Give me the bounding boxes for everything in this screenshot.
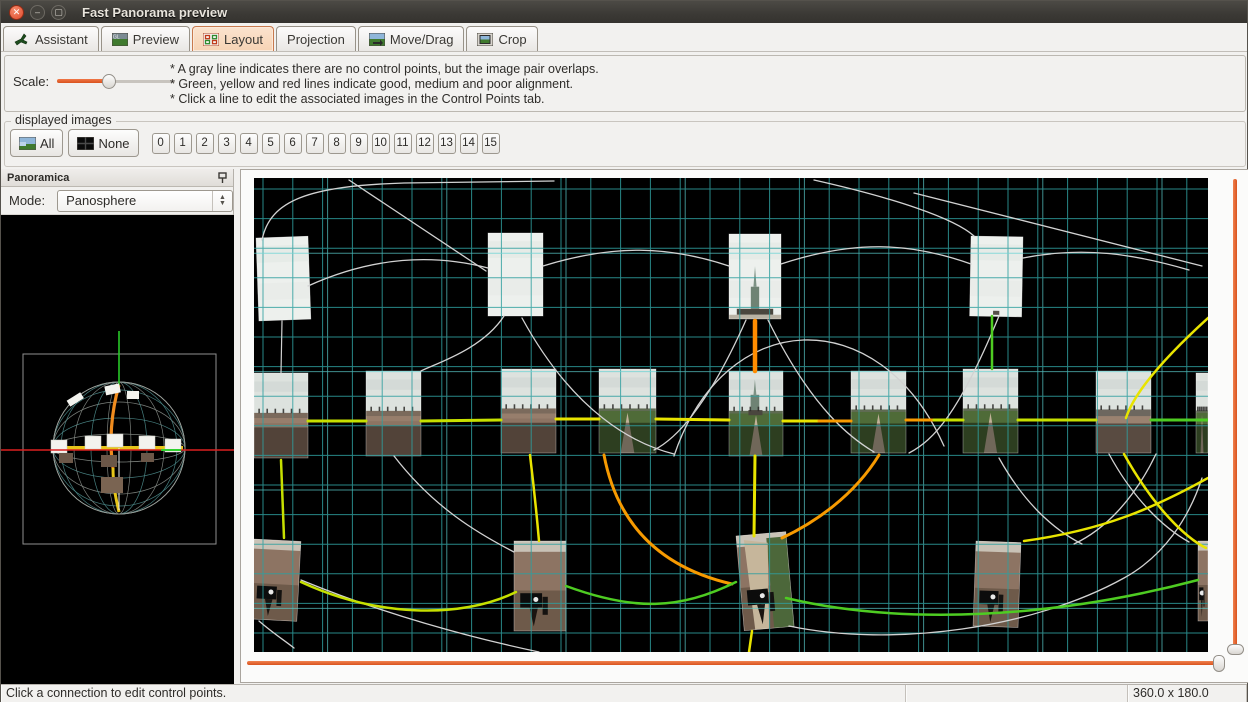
pano-image-thumb[interactable] — [254, 373, 308, 458]
pano-image-thumb[interactable] — [963, 369, 1018, 453]
info-line: * Click a line to edit the associated im… — [170, 92, 599, 107]
vertical-slider-track — [1233, 179, 1237, 651]
none-icon — [77, 137, 94, 150]
tab-preview[interactable]: GL Preview — [101, 26, 190, 51]
tab-label: Assistant — [35, 32, 88, 47]
image-toggle-7[interactable]: 7 — [306, 133, 324, 154]
tab-move-drag[interactable]: Move/Drag — [358, 26, 465, 51]
tab-label: Move/Drag — [390, 32, 454, 47]
image-toggle-10[interactable]: 10 — [372, 133, 390, 154]
all-button[interactable]: All — [10, 129, 63, 157]
panoramica-header: Panoramica — [1, 169, 233, 187]
tab-label: Crop — [498, 32, 526, 47]
none-button[interactable]: None — [68, 129, 138, 157]
vertical-pan-slider[interactable] — [1226, 179, 1244, 651]
panorama-layout-svg — [254, 178, 1208, 652]
horizontal-slider-track — [247, 661, 1215, 665]
assistant-icon — [14, 33, 30, 46]
window-title: Fast Panorama preview — [82, 5, 227, 20]
mode-label: Mode: — [9, 193, 45, 208]
mode-combobox[interactable]: Panosphere ▲▼ — [57, 190, 233, 212]
tab-crop[interactable]: Crop — [466, 26, 537, 51]
image-toggle-8[interactable]: 8 — [328, 133, 346, 154]
image-toggle-5[interactable]: 5 — [262, 133, 280, 154]
all-icon — [19, 137, 36, 150]
mode-row: Mode: Panosphere ▲▼ — [1, 187, 233, 215]
pano-image-thumb[interactable] — [514, 541, 566, 631]
status-empty-cell — [906, 685, 1128, 702]
svg-text:GL: GL — [113, 34, 120, 40]
panoramica-title: Panoramica — [7, 172, 69, 184]
pin-icon[interactable] — [218, 172, 227, 184]
pano-image-thumb[interactable] — [256, 236, 311, 321]
image-toggle-row: 0123456789101112131415 — [152, 133, 500, 154]
image-toggle-14[interactable]: 14 — [460, 133, 478, 154]
info-line: * Green, yellow and red lines indicate g… — [170, 77, 599, 92]
panosphere-svg — [1, 215, 234, 684]
scale-slider[interactable] — [57, 74, 175, 89]
image-toggle-4[interactable]: 4 — [240, 133, 258, 154]
pano-image-thumb[interactable] — [501, 369, 556, 453]
connection-line[interactable] — [754, 456, 755, 536]
combo-spinner-icon[interactable]: ▲▼ — [212, 191, 232, 211]
pano-image-thumb[interactable] — [599, 369, 656, 453]
tab-label: Projection — [287, 32, 345, 47]
pano-image-thumb[interactable] — [1198, 541, 1208, 621]
crop-icon — [477, 33, 493, 46]
image-toggle-6[interactable]: 6 — [284, 133, 302, 154]
image-toggle-13[interactable]: 13 — [438, 133, 456, 154]
tab-projection[interactable]: Projection — [276, 26, 356, 51]
pano-dimensions: 360.0 x 180.0 — [1128, 685, 1247, 702]
tab-bar: Assistant GL Preview Layout Projection Move/D… — [1, 23, 1247, 52]
app-window: ✕ – ▢ Fast Panorama preview Assistant GL P… — [0, 0, 1248, 702]
image-toggle-15[interactable]: 15 — [482, 133, 500, 154]
horizontal-slider-handle[interactable] — [1213, 655, 1225, 672]
layout-icon — [203, 33, 219, 46]
tab-label: Layout — [224, 32, 263, 47]
preview-icon: GL — [112, 33, 128, 46]
info-panel: Scale: * A gray line indicates there are… — [4, 55, 1246, 112]
tab-assistant[interactable]: Assistant — [3, 26, 99, 51]
displayed-images-group: displayed images All None — [4, 121, 1246, 167]
tab-label: Preview — [133, 32, 179, 47]
titlebar: ✕ – ▢ Fast Panorama preview — [1, 1, 1247, 23]
status-message: Click a connection to edit control point… — [1, 685, 906, 702]
panosphere-preview[interactable] — [1, 215, 234, 684]
all-button-label: All — [40, 136, 54, 151]
pano-image-thumb[interactable] — [736, 532, 794, 631]
scale-label: Scale: — [13, 74, 49, 89]
pano-image-thumb[interactable] — [729, 371, 783, 456]
pano-image-thumb[interactable] — [1096, 371, 1151, 453]
info-line: * A gray line indicates there are no con… — [170, 62, 599, 77]
tab-layout[interactable]: Layout — [192, 26, 274, 51]
connection-line[interactable] — [656, 419, 729, 420]
scale-slider-handle[interactable] — [102, 74, 116, 89]
connection-line[interactable] — [421, 420, 501, 421]
displayed-images-label: displayed images — [11, 113, 116, 127]
image-toggle-0[interactable]: 0 — [152, 133, 170, 154]
status-bar: Click a connection to edit control point… — [1, 684, 1247, 702]
pano-image-thumb[interactable] — [1196, 373, 1208, 453]
image-toggle-3[interactable]: 3 — [218, 133, 236, 154]
image-toggle-2[interactable]: 2 — [196, 133, 214, 154]
layout-canvas[interactable] — [254, 178, 1208, 652]
pano-image-thumb[interactable] — [254, 539, 301, 621]
info-text: * A gray line indicates there are no con… — [170, 62, 599, 107]
maximize-icon[interactable]: ▢ — [51, 5, 66, 20]
image-toggle-1[interactable]: 1 — [174, 133, 192, 154]
movedrag-icon — [369, 33, 385, 46]
mode-value: Panosphere — [66, 193, 136, 208]
none-button-label: None — [98, 136, 129, 151]
pano-image-thumb[interactable] — [366, 371, 421, 456]
layout-view-frame — [240, 169, 1248, 683]
close-icon[interactable]: ✕ — [9, 5, 24, 20]
panoramica-pane: Panoramica Mode: Panosphere ▲▼ — [1, 169, 234, 684]
image-toggle-9[interactable]: 9 — [350, 133, 368, 154]
pano-image-thumb[interactable] — [729, 234, 781, 319]
image-toggle-11[interactable]: 11 — [394, 133, 412, 154]
image-toggle-12[interactable]: 12 — [416, 133, 434, 154]
minimize-icon[interactable]: – — [30, 5, 45, 20]
pano-image-thumb[interactable] — [488, 233, 543, 316]
horizontal-pan-slider[interactable] — [247, 654, 1232, 672]
